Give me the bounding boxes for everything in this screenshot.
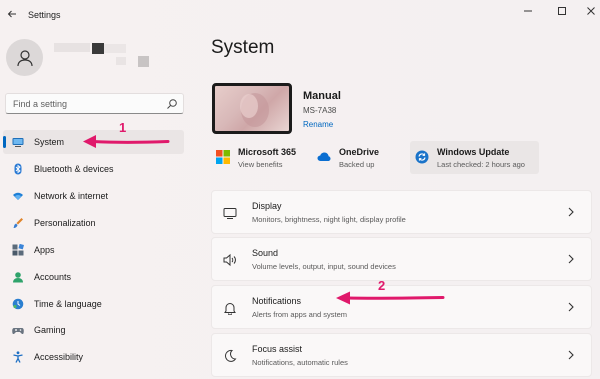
wifi-icon bbox=[12, 190, 24, 202]
settings-window: Settings Find a setting System Bluetooth… bbox=[0, 0, 600, 379]
accessibility-icon bbox=[12, 351, 24, 363]
minimize-icon bbox=[524, 10, 532, 12]
sidebar-item-personalization[interactable]: Personalization bbox=[3, 211, 184, 235]
tile-subtitle: Last checked: 2 hours ago bbox=[437, 160, 525, 169]
close-icon bbox=[587, 7, 595, 15]
account-email-redacted bbox=[138, 56, 149, 67]
chevron-right-icon bbox=[568, 350, 574, 360]
focus-assist-card[interactable]: Focus assist Notifications, automatic ru… bbox=[211, 333, 592, 377]
device-name: Manual bbox=[303, 90, 341, 102]
device-wallpaper-thumbnail bbox=[212, 83, 292, 134]
back-button[interactable] bbox=[4, 6, 20, 22]
maximize-icon bbox=[558, 7, 566, 15]
sidebar-item-apps[interactable]: Apps bbox=[3, 238, 184, 262]
onedrive-tile[interactable]: OneDrive Backed up bbox=[312, 141, 408, 174]
person-icon bbox=[16, 49, 33, 66]
card-subtitle: Volume levels, output, input, sound devi… bbox=[252, 262, 396, 271]
sidebar-item-network[interactable]: Network & internet bbox=[3, 184, 184, 208]
account-name-redacted bbox=[104, 44, 126, 53]
annotation-arrow-2 bbox=[336, 291, 445, 305]
sound-card[interactable]: Sound Volume levels, output, input, soun… bbox=[211, 237, 592, 281]
sidebar-item-label: Time & language bbox=[34, 299, 102, 309]
sidebar-item-label: Bluetooth & devices bbox=[34, 164, 114, 174]
sidebar-item-label: Personalization bbox=[34, 218, 96, 228]
card-title: Sound bbox=[252, 248, 279, 258]
bell-icon bbox=[223, 301, 237, 315]
sync-icon bbox=[415, 150, 429, 164]
search-input[interactable]: Find a setting bbox=[5, 93, 184, 114]
sidebar-item-label: Gaming bbox=[34, 325, 66, 335]
speaker-icon bbox=[223, 253, 237, 267]
rename-link[interactable]: Rename bbox=[303, 120, 333, 129]
sidebar-item-label: Network & internet bbox=[34, 191, 109, 201]
sidebar-item-time-language[interactable]: Time & language bbox=[3, 292, 184, 316]
annotation-arrow-1 bbox=[83, 135, 170, 148]
maximize-button[interactable] bbox=[552, 4, 572, 18]
account-name-redacted bbox=[54, 43, 90, 52]
device-model: MS-7A38 bbox=[303, 106, 337, 115]
chevron-right-icon bbox=[568, 207, 574, 217]
card-title: Focus assist bbox=[252, 344, 303, 354]
minimize-button[interactable] bbox=[518, 4, 538, 18]
tile-title: Windows Update bbox=[437, 147, 510, 157]
brush-icon bbox=[12, 217, 24, 229]
person-icon bbox=[12, 271, 24, 283]
microsoft-365-tile[interactable]: Microsoft 365 View benefits bbox=[211, 141, 309, 174]
search-placeholder: Find a setting bbox=[13, 99, 68, 109]
chevron-right-icon bbox=[568, 302, 574, 312]
tile-title: OneDrive bbox=[339, 147, 380, 157]
card-subtitle: Alerts from apps and system bbox=[252, 310, 348, 319]
sidebar-item-label: Apps bbox=[34, 245, 55, 255]
sidebar-item-accessibility[interactable]: Accessibility bbox=[3, 345, 184, 369]
bluetooth-icon bbox=[12, 163, 24, 175]
card-subtitle: Notifications, automatic rules bbox=[252, 358, 348, 367]
display-icon bbox=[12, 136, 24, 148]
cloud-icon bbox=[317, 152, 331, 161]
tile-subtitle: View benefits bbox=[238, 160, 283, 169]
title-bar: Settings bbox=[0, 0, 600, 30]
chevron-right-icon bbox=[568, 254, 574, 264]
window-title: Settings bbox=[28, 10, 61, 20]
account-email-redacted bbox=[116, 57, 126, 65]
card-title: Notifications bbox=[252, 296, 302, 306]
gamepad-icon bbox=[12, 324, 24, 336]
account-name-redacted bbox=[92, 43, 104, 54]
display-card[interactable]: Display Monitors, brightness, night ligh… bbox=[211, 190, 592, 234]
sidebar-item-accounts[interactable]: Accounts bbox=[3, 265, 184, 289]
card-subtitle: Monitors, brightness, night light, displ… bbox=[252, 215, 406, 224]
tile-subtitle: Backed up bbox=[339, 160, 375, 169]
search-icon bbox=[167, 99, 177, 109]
microsoft-logo-icon bbox=[216, 150, 230, 164]
moon-icon bbox=[223, 349, 237, 363]
sidebar-item-bluetooth[interactable]: Bluetooth & devices bbox=[3, 157, 184, 181]
sidebar-item-label: System bbox=[34, 137, 65, 147]
page-title: System bbox=[211, 37, 275, 58]
apps-icon bbox=[12, 244, 24, 256]
sidebar-item-label: Accessibility bbox=[34, 352, 84, 362]
globe-clock-icon bbox=[12, 298, 24, 310]
sidebar-item-label: Accounts bbox=[34, 272, 72, 282]
windows-update-tile[interactable]: Windows Update Last checked: 2 hours ago bbox=[410, 141, 539, 174]
arrow-left-icon bbox=[7, 10, 16, 18]
monitor-icon bbox=[223, 206, 237, 220]
tile-title: Microsoft 365 bbox=[238, 147, 297, 157]
avatar[interactable] bbox=[6, 39, 43, 76]
card-title: Display bbox=[252, 201, 282, 211]
sidebar-item-gaming[interactable]: Gaming bbox=[3, 318, 184, 342]
close-button[interactable] bbox=[581, 4, 600, 18]
active-indicator bbox=[3, 136, 6, 148]
